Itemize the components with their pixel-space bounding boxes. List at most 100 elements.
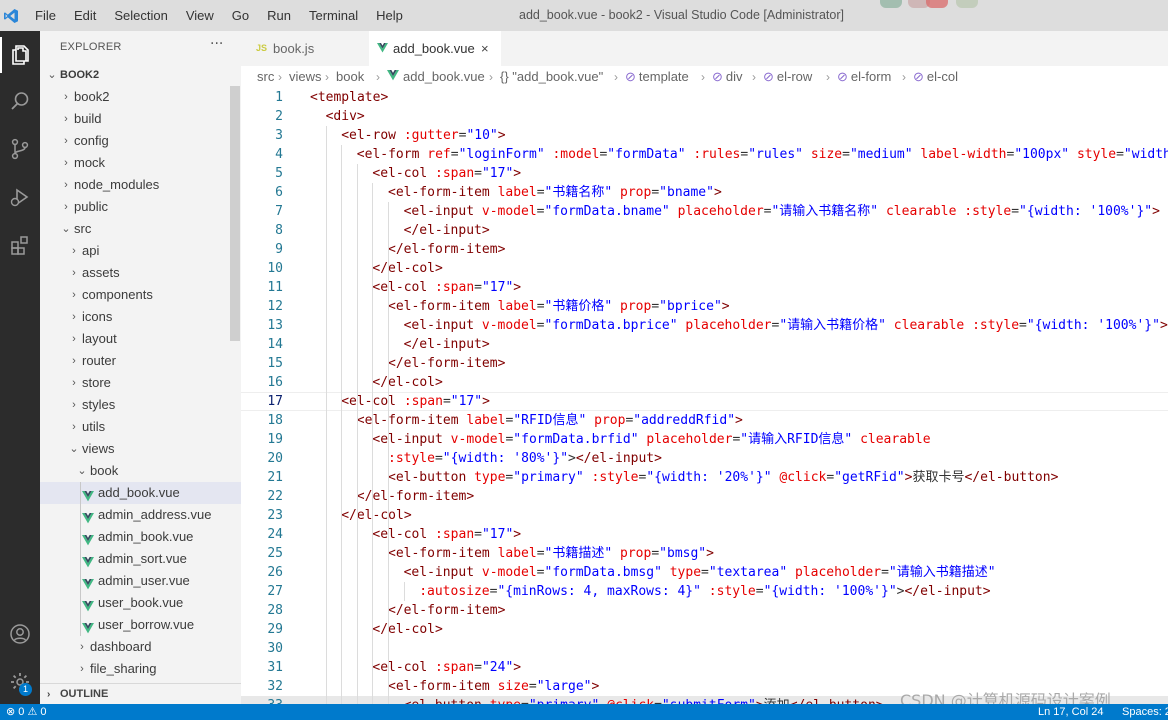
code-line[interactable]: 3 <el-row :gutter="10"> (241, 126, 1168, 145)
search-icon[interactable] (0, 83, 40, 119)
folder-node-modules[interactable]: › node_modules (40, 174, 241, 196)
folder-router[interactable]: › router (40, 350, 241, 372)
tab-add-book-vue[interactable]: add_book.vue × (369, 31, 501, 66)
vscode-logo-icon[interactable] (0, 0, 22, 31)
code-line[interactable]: 9 </el-form-item> (241, 240, 1168, 259)
folder-build[interactable]: › build (40, 108, 241, 130)
breadcrumb-item[interactable]: {} "add_book.vue" (500, 66, 603, 88)
folder-store[interactable]: › store (40, 372, 241, 394)
folder-file-sharing[interactable]: › file_sharing (40, 658, 241, 680)
code-line[interactable]: 2 <div> (241, 107, 1168, 126)
code-line[interactable]: 22 </el-form-item> (241, 487, 1168, 506)
code-line[interactable]: 4 <el-form ref="loginForm" :model="formDa… (241, 145, 1168, 164)
breadcrumb-item[interactable]: ⊘ el-form (837, 66, 891, 88)
cursor-position[interactable]: Ln 17, Col 24 (1038, 704, 1103, 720)
folder-config[interactable]: › config (40, 130, 241, 152)
extensions-icon[interactable] (0, 227, 40, 263)
breadcrumb-item[interactable]: book (336, 66, 364, 88)
folder-layout[interactable]: › layout (40, 328, 241, 350)
source-control-icon[interactable] (0, 131, 40, 167)
folder-assets[interactable]: › assets (40, 262, 241, 284)
outline-section[interactable]: › OUTLINE (40, 683, 241, 705)
code-line[interactable]: 16 </el-col> (241, 373, 1168, 392)
line-number: 19 (267, 432, 283, 447)
menu-view[interactable]: View (177, 8, 223, 23)
code-line[interactable]: 24 <el-col :span="17"> (241, 525, 1168, 544)
code-text: </el-input> (403, 337, 490, 352)
close-tab-icon[interactable]: × (481, 31, 489, 66)
breadcrumb-item[interactable]: ⊘ div (712, 66, 743, 88)
file-admin-user-vue[interactable]: admin_user.vue (40, 570, 241, 592)
folder-utils[interactable]: › utils (40, 416, 241, 438)
folder-icons[interactable]: › icons (40, 306, 241, 328)
file-user-book-vue[interactable]: user_book.vue (40, 592, 241, 614)
menu-edit[interactable]: Edit (65, 8, 105, 23)
more-actions-icon[interactable]: ··· (210, 36, 223, 52)
code-line[interactable]: 23 </el-col> (241, 506, 1168, 525)
settings-gear-icon[interactable]: 1 (0, 664, 40, 700)
code-line[interactable]: 12 <el-form-item label="书籍价格" prop="bpric… (241, 297, 1168, 316)
code-line[interactable]: 6 <el-form-item label="书籍名称" prop="bname"… (241, 183, 1168, 202)
folder-mock[interactable]: › mock (40, 152, 241, 174)
menu-help[interactable]: Help (367, 8, 412, 23)
folder-views[interactable]: ⌄ views (40, 438, 241, 460)
code-line[interactable]: 19 <el-input v-model="formData.brfid" pla… (241, 430, 1168, 449)
file-add-book-vue[interactable]: add_book.vue (40, 482, 241, 504)
breadcrumb-item[interactable]: src (257, 66, 274, 88)
code-editor[interactable]: 1 <template> 2 <div> 3 <el-row :gutter="10"> 4… (241, 88, 1168, 704)
problems-indicator[interactable]: ⊗ 0 ⚠ 0 (6, 704, 46, 720)
code-line[interactable]: 21 <el-button type="primary" :style="{wid… (241, 468, 1168, 487)
menu-run[interactable]: Run (258, 8, 300, 23)
breadcrumb-item[interactable]: ⊘ el-row (763, 66, 812, 88)
code-line[interactable]: 26 <el-input v-model="formData.bmsg" type… (241, 563, 1168, 582)
code-line[interactable]: 18 <el-form-item label="RFID信息" prop="add… (241, 411, 1168, 430)
tab-book-js[interactable]: JS book.js (241, 31, 369, 66)
code-line[interactable]: 7 <el-input v-model="formData.bname" plac… (241, 202, 1168, 221)
breadcrumb-item[interactable]: views (289, 66, 322, 88)
menu-terminal[interactable]: Terminal (300, 8, 367, 23)
file-admin-address-vue[interactable]: admin_address.vue (40, 504, 241, 526)
tree-root-book2[interactable]: ⌄ BOOK2 (40, 64, 241, 86)
editor-area: JS book.js add_book.vue × src › views › book… (241, 31, 1168, 704)
menu-go[interactable]: Go (223, 8, 258, 23)
code-line[interactable]: 20:style="{width: '80%'}"></el-input> (241, 449, 1168, 468)
explorer-files-icon[interactable] (0, 37, 40, 73)
code-line[interactable]: 28 </el-form-item> (241, 601, 1168, 620)
code-line[interactable]: 25 <el-form-item label="书籍描述" prop="bmsg"… (241, 544, 1168, 563)
folder-book2[interactable]: › book2 (40, 86, 241, 108)
code-line[interactable]: 30 (241, 639, 1168, 658)
file-admin-sort-vue[interactable]: admin_sort.vue (40, 548, 241, 570)
breadcrumb-item[interactable]: add_book.vue (387, 66, 485, 88)
sidebar-scrollbar[interactable] (230, 86, 240, 341)
folder-styles[interactable]: › styles (40, 394, 241, 416)
account-icon[interactable] (0, 616, 40, 652)
code-line[interactable]: 1 <template> (241, 88, 1168, 107)
folder-dashboard[interactable]: › dashboard (40, 636, 241, 658)
folder-api[interactable]: › api (40, 240, 241, 262)
run-debug-icon[interactable] (0, 179, 40, 215)
code-line[interactable]: 13 <el-input v-model="formData.bprice" pl… (241, 316, 1168, 335)
code-line[interactable]: 8 </el-input> (241, 221, 1168, 240)
code-line[interactable]: 15 </el-form-item> (241, 354, 1168, 373)
file-admin-book-vue[interactable]: admin_book.vue (40, 526, 241, 548)
folder-components[interactable]: › components (40, 284, 241, 306)
breadcrumb-item[interactable]: ⊘ el-col (913, 66, 958, 88)
folder-src[interactable]: ⌄ src (40, 218, 241, 240)
indentation-setting[interactable]: Spaces: 2 (1122, 704, 1168, 720)
file-label: admin_sort.vue (98, 551, 187, 566)
code-line[interactable]: 17 <el-col :span="17"> (241, 392, 1168, 411)
code-line[interactable]: 5 <el-col :span="17"> (241, 164, 1168, 183)
code-line[interactable]: 10 </el-col> (241, 259, 1168, 278)
breadcrumb-item[interactable]: ⊘ template (625, 66, 689, 88)
code-line[interactable]: 11 <el-col :span="17"> (241, 278, 1168, 297)
code-line[interactable]: 27:autosize="{minRows: 4, maxRows: 4}" :… (241, 582, 1168, 601)
breadcrumb-separator-icon: › (614, 70, 618, 84)
menu-selection[interactable]: Selection (105, 8, 176, 23)
code-line[interactable]: 14 </el-input> (241, 335, 1168, 354)
code-line[interactable]: 29 </el-col> (241, 620, 1168, 639)
folder-book[interactable]: ⌄ book (40, 460, 241, 482)
menu-file[interactable]: File (26, 8, 65, 23)
file-user-borrow-vue[interactable]: user_borrow.vue (40, 614, 241, 636)
code-line[interactable]: 31 <el-col :span="24"> (241, 658, 1168, 677)
folder-public[interactable]: › public (40, 196, 241, 218)
